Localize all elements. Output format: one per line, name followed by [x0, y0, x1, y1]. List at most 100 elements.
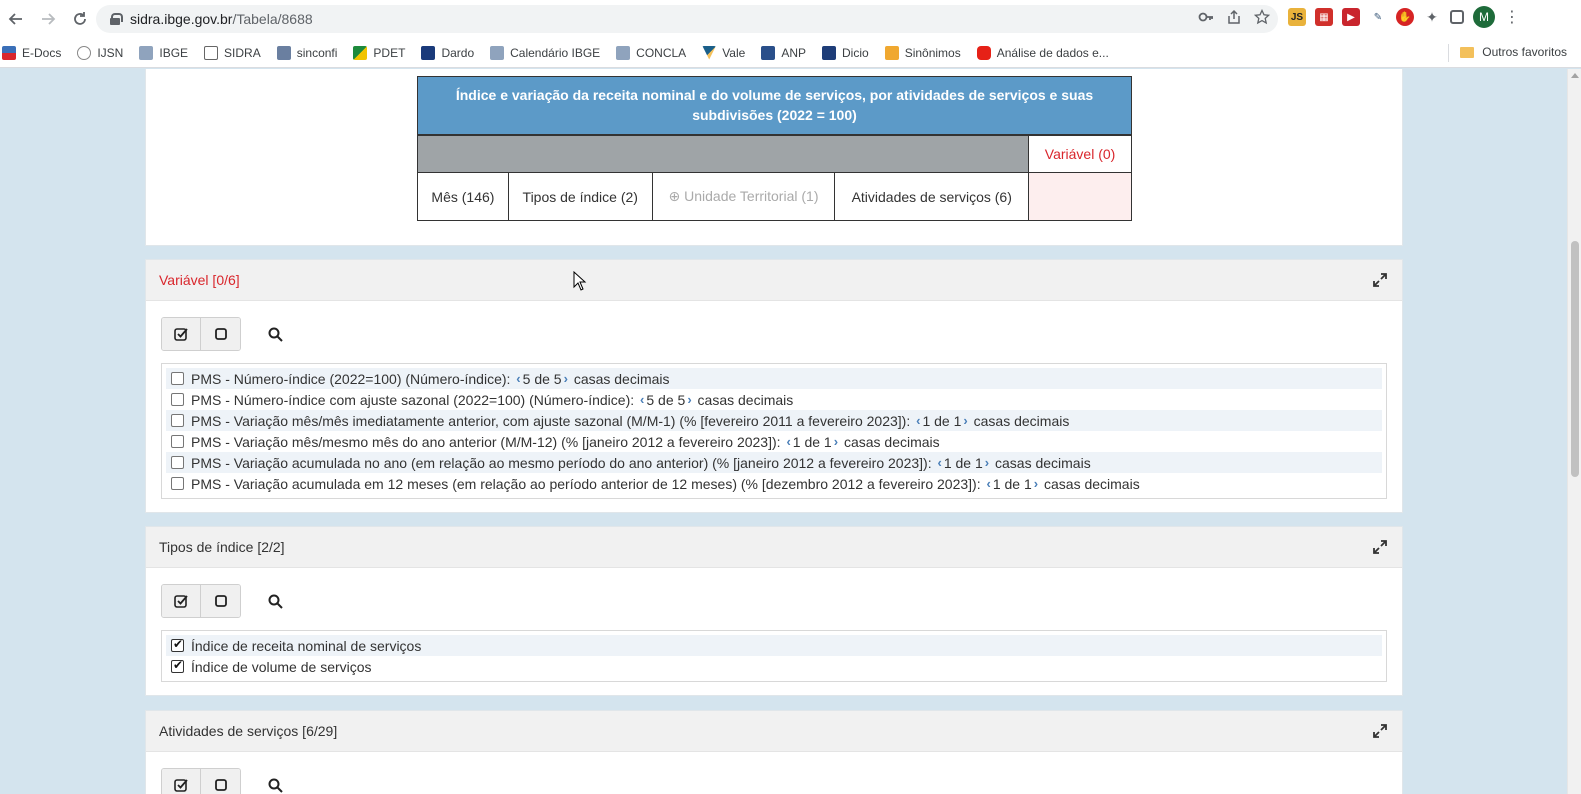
square-icon: [214, 595, 227, 607]
decrease-decimals-icon[interactable]: ‹: [516, 371, 520, 386]
variavel-panel-header[interactable]: Variável [0/6]: [146, 260, 1402, 301]
other-bookmarks-folder[interactable]: Outros favoritos: [1460, 45, 1567, 59]
expand-icon[interactable]: [1372, 539, 1388, 555]
list-item[interactable]: PMS - Variação acumulada no ano (em rela…: [166, 452, 1382, 473]
browser-menu-icon[interactable]: ⋮: [1504, 7, 1520, 27]
list-item[interactable]: Índice de volume de serviços: [166, 656, 1382, 677]
increase-decimals-icon[interactable]: ›: [963, 413, 967, 428]
address-bar[interactable]: sidra.ibge.gov.br/Tabela/8688: [96, 5, 1278, 33]
mouse-pointer-icon: [573, 271, 587, 291]
increase-decimals-icon[interactable]: ›: [1034, 476, 1038, 491]
list-item[interactable]: Índice de receita nominal de serviços: [166, 635, 1382, 656]
list-item[interactable]: PMS - Variação acumulada em 12 meses (em…: [166, 473, 1382, 494]
search-button[interactable]: [265, 324, 285, 344]
reload-icon[interactable]: [64, 3, 96, 35]
checkbox[interactable]: [171, 456, 184, 469]
panel-title: Tipos de índice [2/2]: [159, 539, 285, 555]
scrollbar-thumb[interactable]: [1571, 241, 1579, 477]
list-item[interactable]: PMS - Variação mês/mês imediatamente ant…: [166, 410, 1382, 431]
search-button[interactable]: [265, 775, 285, 794]
checkbox-checked[interactable]: [171, 637, 184, 652]
ijsn-icon: [77, 45, 92, 60]
decrease-decimals-icon[interactable]: ‹: [937, 455, 941, 470]
stop-extension-icon[interactable]: ✋: [1396, 8, 1414, 26]
check-square-icon: [174, 328, 188, 341]
bookmark-item[interactable]: Dicio: [822, 45, 869, 60]
increase-decimals-icon[interactable]: ›: [564, 371, 568, 386]
list-item[interactable]: PMS - Número-índice (2022=100) (Número-í…: [166, 368, 1382, 389]
eyedropper-extension-icon[interactable]: ✎: [1369, 8, 1387, 26]
check-square-icon: [174, 779, 188, 792]
bookmark-item[interactable]: CONCLA: [616, 45, 686, 60]
profile-avatar[interactable]: M: [1473, 6, 1495, 28]
decrease-decimals-icon[interactable]: ‹: [640, 392, 644, 407]
dimension-tipos-indice[interactable]: Tipos de índice (2): [507, 172, 653, 221]
scroll-up-icon[interactable]: [1571, 73, 1579, 78]
bookmark-item[interactable]: Vale: [702, 45, 745, 60]
page-scrollbar[interactable]: [1567, 69, 1581, 794]
deselect-all-button[interactable]: [201, 769, 240, 794]
side-panel-icon[interactable]: [1450, 10, 1464, 24]
deselect-all-button[interactable]: [201, 318, 240, 350]
bookmark-item[interactable]: E-Docs: [2, 45, 61, 60]
bookmark-item[interactable]: IBGE: [139, 45, 188, 60]
column-header-area: [416, 134, 1030, 173]
bookmark-item[interactable]: IJSN: [77, 45, 123, 60]
dimension-mes[interactable]: Mês (146): [417, 172, 509, 221]
square-icon: [214, 779, 227, 791]
table-layout-panel: Índice e variação da receita nominal e d…: [145, 69, 1403, 246]
checkbox[interactable]: [171, 372, 184, 385]
media-extension-icon[interactable]: ▶: [1342, 8, 1360, 26]
checkbox[interactable]: [171, 414, 184, 427]
share-icon[interactable]: [1226, 9, 1242, 25]
search-icon: [268, 327, 283, 342]
bookmark-item[interactable]: Sinônimos: [884, 45, 961, 60]
dicio-icon: [822, 45, 837, 60]
atividades-panel-header[interactable]: Atividades de serviços [6/29]: [146, 711, 1402, 752]
dimension-atividades[interactable]: Atividades de serviços (6): [834, 172, 1030, 221]
deselect-all-button[interactable]: [201, 585, 240, 617]
checkbox-checked[interactable]: [171, 658, 184, 673]
browser-toolbar: sidra.ibge.gov.br/Tabela/8688 JS ▦ ▶ ✎ ✋…: [0, 0, 1581, 38]
select-all-button[interactable]: [162, 585, 201, 617]
increase-decimals-icon[interactable]: ›: [985, 455, 989, 470]
decrease-decimals-icon[interactable]: ‹: [916, 413, 920, 428]
bookmark-item[interactable]: ANP: [761, 45, 806, 60]
search-icon: [268, 594, 283, 609]
key-icon[interactable]: [1198, 9, 1214, 25]
increase-decimals-icon[interactable]: ›: [834, 434, 838, 449]
bookmark-item[interactable]: Dardo: [421, 45, 474, 60]
list-item[interactable]: PMS - Variação mês/mesmo mês do ano ante…: [166, 431, 1382, 452]
search-button[interactable]: [265, 591, 285, 611]
tipos-indice-panel-header[interactable]: Tipos de índice [2/2]: [146, 527, 1402, 568]
decrease-decimals-icon[interactable]: ‹: [986, 476, 990, 491]
expand-icon[interactable]: [1372, 723, 1388, 739]
select-all-button[interactable]: [162, 769, 201, 794]
bookmark-star-icon[interactable]: [1254, 9, 1270, 25]
list-item[interactable]: PMS - Número-índice com ajuste sazonal (…: [166, 389, 1382, 410]
select-all-button[interactable]: [162, 318, 201, 350]
bookmark-item[interactable]: Calendário IBGE: [490, 45, 600, 60]
decrease-decimals-icon[interactable]: ‹: [786, 434, 790, 449]
variable-header-cell[interactable]: Variável (0): [1028, 134, 1132, 173]
expand-icon[interactable]: [1372, 272, 1388, 288]
puzzle-extensions-icon[interactable]: ✦: [1423, 8, 1441, 26]
bookmark-item[interactable]: Análise de dados e...: [976, 45, 1109, 60]
dimension-unidade-territorial[interactable]: ⊕ Unidade Territorial (1): [651, 172, 836, 221]
grid-extension-icon[interactable]: ▦: [1315, 8, 1333, 26]
back-icon[interactable]: [0, 3, 32, 35]
anp-icon: [761, 45, 776, 60]
bookmark-item[interactable]: sinconfi: [276, 45, 337, 60]
checkbox[interactable]: [171, 435, 184, 448]
forward-icon[interactable]: [32, 3, 64, 35]
increase-decimals-icon[interactable]: ›: [687, 392, 691, 407]
bookmark-item[interactable]: PDET: [353, 45, 405, 60]
checkbox[interactable]: [171, 477, 184, 490]
panel-title: Variável [0/6]: [159, 272, 240, 288]
checkbox[interactable]: [171, 393, 184, 406]
lock-icon: [110, 13, 123, 25]
folder-icon: [1460, 46, 1475, 58]
bookmarks-bar: E-Docs IJSN IBGE SIDRA sinconfi PDET Dar…: [0, 38, 1581, 68]
js-extension-icon[interactable]: JS: [1288, 8, 1306, 26]
bookmark-item[interactable]: SIDRA: [204, 45, 261, 60]
